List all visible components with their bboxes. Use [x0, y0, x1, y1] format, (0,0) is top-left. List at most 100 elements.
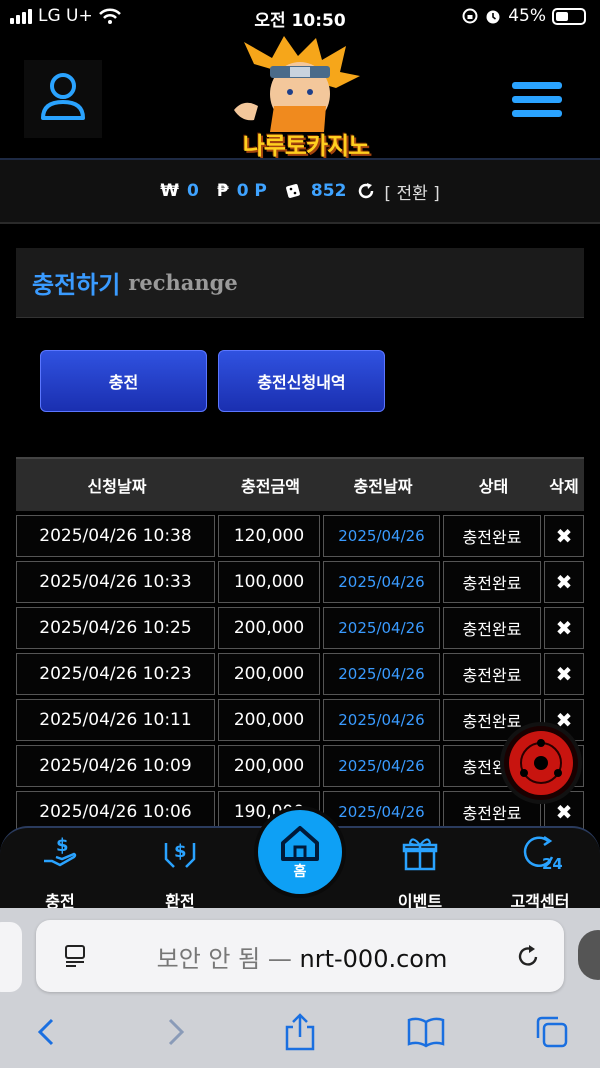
site-header: 나루토카지노 — [0, 34, 600, 160]
deposit-history-table: 신청날짜 충전금액 충전날짜 상태 삭제 2025/04/26 10:38 12… — [16, 457, 584, 833]
status-bar: LG U+ 오전 10:50 45% — [0, 0, 600, 34]
url-display: 보안 안 됨 — nrt-000.com — [90, 939, 514, 974]
column-header-charge-date: 충전날짜 — [353, 477, 413, 496]
logo-text: 나루토카지노 — [242, 132, 370, 160]
point-balance: 0 P — [236, 181, 267, 201]
svg-text:$: $ — [56, 835, 69, 856]
page-title-en: rechange — [128, 270, 238, 295]
table-row: 2025/04/26 10:09 200,000 2025/04/26 충전완료… — [16, 745, 584, 787]
icon-wrap: $ — [10, 828, 110, 878]
hamburger-icon — [512, 82, 562, 117]
table-row: 2025/04/26 10:38 120,000 2025/04/26 충전완료… — [16, 515, 584, 557]
tab-deposit-history[interactable]: 충전신청내역 — [218, 350, 385, 412]
charge-date-cell: 2025/04/26 — [323, 515, 440, 557]
battery-percent: 45% — [508, 6, 546, 26]
balance-bar: ₩ 0 ₱ 0 P 852 [ 전환 ] — [0, 158, 600, 224]
refresh-icon[interactable] — [356, 181, 376, 201]
chevron-right-icon — [168, 1018, 185, 1046]
delete-button[interactable]: ✖ — [544, 607, 584, 649]
alarm-icon — [486, 10, 500, 24]
page-title-ko: 충전하기 — [32, 271, 121, 299]
status-cell: 충전완료 — [443, 653, 541, 695]
svg-text:24: 24 — [542, 855, 562, 873]
icon-wrap — [370, 828, 470, 878]
bottom-navigation: $ 충전 $ 환전 홈 이벤트 24 고객센터 — [0, 806, 600, 911]
sharingan-icon — [504, 726, 578, 800]
user-profile-button[interactable] — [24, 60, 102, 138]
delete-button[interactable]: ✖ — [544, 561, 584, 603]
domain-label: nrt-000.com — [299, 944, 448, 973]
tabs-icon — [536, 1016, 568, 1048]
status-cell: 충전완료 — [443, 561, 541, 603]
icon-wrap: $ — [130, 828, 230, 878]
charge-date-cell: 2025/04/26 — [323, 561, 440, 603]
status-icons: 45% — [462, 6, 586, 26]
table-row: 2025/04/26 10:23 200,000 2025/04/26 충전완료… — [16, 653, 584, 695]
gift-icon — [402, 838, 438, 871]
battery-icon — [552, 7, 586, 25]
previous-tab-preview[interactable] — [0, 922, 22, 992]
amount-cell: 200,000 — [218, 699, 320, 741]
page-title: 충전하기 rechange — [16, 248, 584, 318]
table-row: 2025/04/26 10:25 200,000 2025/04/26 충전완료… — [16, 607, 584, 649]
chevron-left-icon — [37, 1018, 54, 1046]
chip-balance: 852 — [310, 181, 347, 201]
column-header-status: 상태 — [478, 477, 509, 496]
delete-button[interactable]: ✖ — [544, 653, 584, 695]
rotation-lock-icon — [462, 8, 478, 24]
charge-date-cell: 2025/04/26 — [323, 699, 440, 741]
exchange-icon: $ — [164, 841, 196, 868]
user-icon — [41, 73, 85, 120]
tabs-button[interactable] — [532, 1012, 572, 1052]
share-button[interactable] — [280, 1012, 320, 1052]
browser-chrome: 보안 안 됨 — nrt-000.com — [0, 908, 600, 1068]
table-row: 2025/04/26 10:11 200,000 2025/04/26 충전완료… — [16, 699, 584, 741]
nav-deposit[interactable]: $ 충전 — [10, 828, 110, 911]
charge-date-cell: 2025/04/26 — [323, 607, 440, 649]
switch-button[interactable]: [ 전환 ] — [384, 179, 439, 204]
nav-event[interactable]: 이벤트 — [370, 828, 470, 911]
column-header-request-date: 신청날짜 — [87, 477, 147, 496]
svg-text:$: $ — [174, 841, 187, 862]
nav-home[interactable]: 홈 — [254, 806, 346, 898]
hamburger-menu-button[interactable] — [500, 60, 578, 138]
table-header: 신청날짜 충전금액 충전날짜 상태 삭제 — [16, 457, 584, 511]
page-menu-icon[interactable] — [62, 942, 90, 970]
nav-home-label: 홈 — [293, 864, 307, 880]
tab-deposit[interactable]: 충전 — [40, 350, 207, 412]
nav-exchange[interactable]: $ 환전 — [130, 828, 230, 911]
home-button-circle: 홈 — [258, 810, 342, 894]
won-balance: 0 — [187, 181, 199, 201]
dice-icon — [286, 184, 300, 198]
share-icon — [285, 1013, 315, 1051]
amount-cell: 200,000 — [218, 745, 320, 787]
delete-button[interactable]: ✖ — [544, 515, 584, 557]
insecure-label: 보안 안 됨 — — [156, 944, 292, 973]
reload-icon[interactable] — [514, 942, 542, 970]
support-24-icon: 24 — [523, 835, 562, 873]
home-icon — [281, 826, 319, 861]
back-button[interactable] — [26, 1012, 66, 1052]
request-date-cell: 2025/04/26 10:38 — [16, 515, 215, 557]
amount-cell: 120,000 — [218, 515, 320, 557]
point-icon: ₱ — [216, 181, 229, 201]
request-date-cell: 2025/04/26 10:23 — [16, 653, 215, 695]
amount-cell: 100,000 — [218, 561, 320, 603]
floating-chat-button[interactable] — [500, 722, 582, 804]
amount-cell: 200,000 — [218, 607, 320, 649]
forward-button[interactable] — [156, 1012, 196, 1052]
deposit-icon: $ — [44, 835, 77, 867]
address-bar[interactable]: 보안 안 됨 — nrt-000.com — [36, 920, 564, 992]
next-tab-preview[interactable] — [578, 930, 600, 980]
book-icon — [407, 1017, 445, 1048]
bookmarks-button[interactable] — [406, 1012, 446, 1052]
request-date-cell: 2025/04/26 10:09 — [16, 745, 215, 787]
nav-support[interactable]: 24 고객센터 — [490, 828, 590, 911]
column-header-amount: 충전금액 — [241, 477, 300, 496]
charge-date-cell: 2025/04/26 — [323, 745, 440, 787]
status-cell: 충전완료 — [443, 607, 541, 649]
status-cell: 충전완료 — [443, 515, 541, 557]
icon-wrap: 24 — [490, 828, 590, 878]
request-date-cell: 2025/04/26 10:25 — [16, 607, 215, 649]
charge-date-cell: 2025/04/26 — [323, 653, 440, 695]
